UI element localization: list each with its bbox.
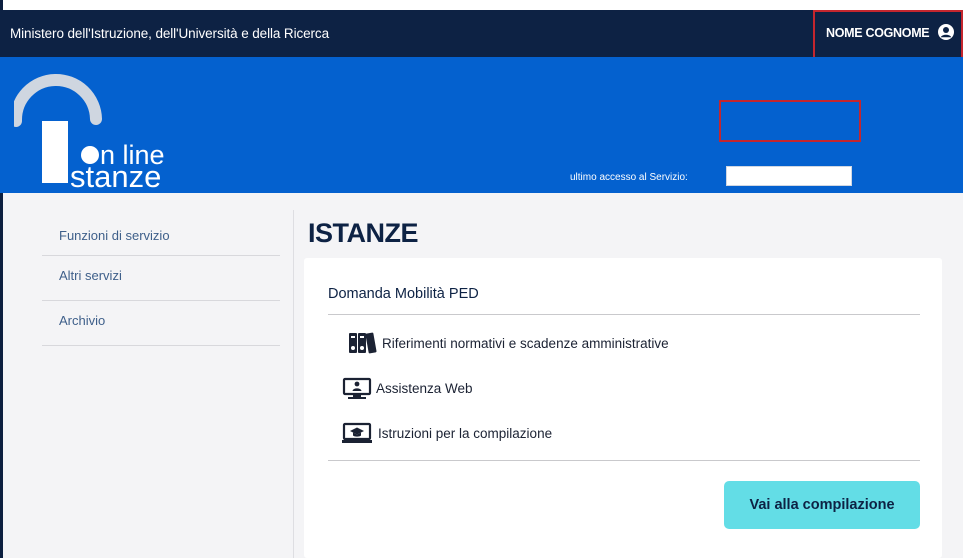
monitor-person-icon <box>342 377 372 399</box>
link-assistenza-web[interactable]: Assistenza Web <box>342 377 473 399</box>
binders-icon <box>348 332 378 354</box>
istanze-online-logo: n line stanze <box>9 69 214 194</box>
vertical-divider <box>293 210 294 558</box>
main-card: Domanda Mobilità PED Riferimenti normati… <box>304 258 942 558</box>
last-access-label: ultimo accesso al Servizio: <box>570 172 688 183</box>
link-label: Riferimenti normativi e scadenze amminis… <box>382 335 669 351</box>
link-label: Istruzioni per la compilazione <box>378 425 553 441</box>
card-title: Domanda Mobilità PED <box>328 286 479 302</box>
last-access-field <box>726 166 852 186</box>
logo-text-stanze: stanze <box>70 159 161 189</box>
link-label: Assistenza Web <box>376 380 473 396</box>
link-riferimenti-normativi[interactable]: Riferimenti normativi e scadenze amminis… <box>348 332 669 354</box>
last-access-highlight-box <box>719 100 861 142</box>
ministry-name: Ministero dell'Istruzione, dell'Universi… <box>10 26 329 41</box>
sidebar: Funzioni di servizio Altri servizi Archi… <box>42 214 280 346</box>
monitor-graduation-icon <box>342 422 374 444</box>
sidebar-item-funzioni-di-servizio[interactable]: Funzioni di servizio <box>42 214 280 256</box>
vai-alla-compilazione-button[interactable]: Vai alla compilazione <box>724 481 920 529</box>
link-istruzioni-compilazione[interactable]: Istruzioni per la compilazione <box>342 422 552 444</box>
divider <box>328 460 920 461</box>
page-title: ISTANZE <box>308 218 419 248</box>
sidebar-item-archivio[interactable]: Archivio <box>42 301 280 346</box>
sidebar-item-altri-servizi[interactable]: Altri servizi <box>42 256 280 301</box>
divider <box>328 314 920 315</box>
